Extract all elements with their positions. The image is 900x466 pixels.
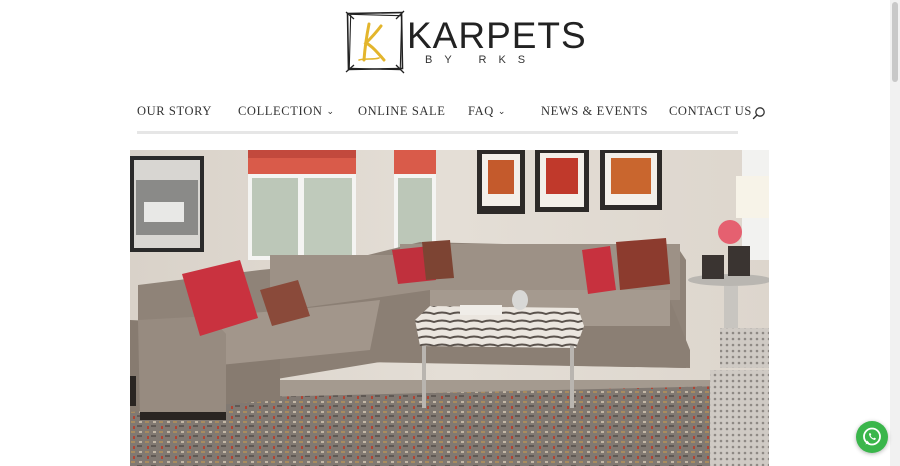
nav-our-story[interactable]: OUR STORY [137,104,212,119]
chevron-down-icon: ⌄ [326,106,335,116]
nav-faq[interactable]: FAQ ⌄ [468,104,506,119]
nav-label: NEWS & EVENTS [541,104,649,118]
nav-contact-us[interactable]: CONTACT US [669,104,752,119]
nav-label: OUR STORY [137,104,212,118]
logo-wordmark: KARPETS [407,15,587,56]
nav-divider [137,131,738,134]
living-room-photo [130,150,769,466]
logo-subtitle: BY RKS [425,54,538,66]
site-logo[interactable]: KARPETS BY RKS [345,10,586,76]
whatsapp-icon [863,427,881,446]
nav-news-events[interactable]: NEWS & EVENTS [541,104,648,119]
nav-collection[interactable]: COLLECTION ⌄ [238,104,335,119]
nav-label: COLLECTION [238,104,323,118]
page-scrollbar[interactable] [890,0,900,466]
chevron-down-icon: ⌄ [497,106,507,116]
hero-image [130,150,769,466]
nav-label: FAQ [468,104,494,118]
logo-mark [345,10,405,74]
nav-online-sale[interactable]: ONLINE SALE [358,104,446,119]
search-icon[interactable] [752,106,766,120]
scrollbar-thumb[interactable] [892,2,898,82]
main-nav: OUR STORY COLLECTION ⌄ ONLINE SALE FAQ ⌄ N… [137,104,767,124]
nav-label: CONTACT US [669,104,752,118]
nav-label: ONLINE SALE [358,104,446,118]
whatsapp-button[interactable] [856,421,888,453]
